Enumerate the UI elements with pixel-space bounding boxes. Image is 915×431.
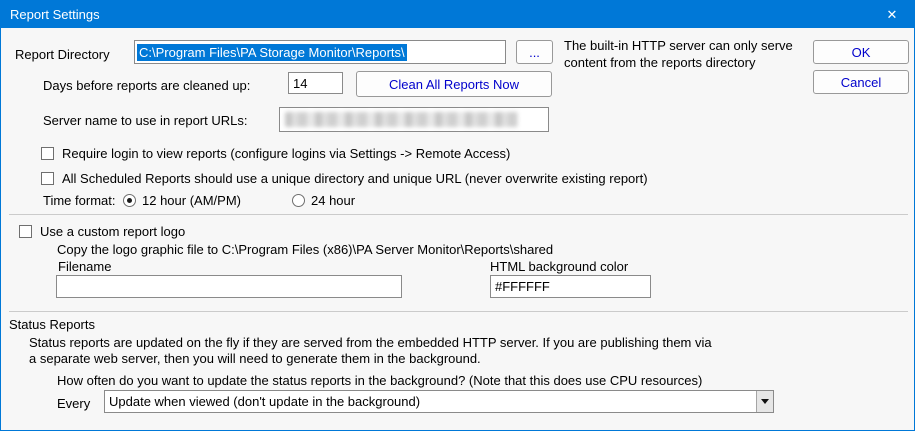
- unique-url-label: All Scheduled Reports should use a uniqu…: [62, 171, 648, 186]
- filename-label: Filename: [58, 259, 111, 274]
- update-frequency-question: How often do you want to update the stat…: [57, 373, 702, 388]
- http-server-note-line1: The built-in HTTP server can only serve: [564, 38, 793, 53]
- update-frequency-selected-value: Update when viewed (don't update in the …: [105, 394, 756, 409]
- titlebar: Report Settings ✕: [1, 1, 914, 28]
- update-frequency-dropdown[interactable]: Update when viewed (don't update in the …: [104, 390, 774, 413]
- ok-button[interactable]: OK: [813, 40, 909, 64]
- time-format-24h-radio[interactable]: [292, 194, 305, 207]
- status-reports-description-line1: Status reports are updated on the fly if…: [29, 335, 712, 350]
- time-format-12h-radio[interactable]: [123, 194, 136, 207]
- cleanup-days-label: Days before reports are cleaned up:: [43, 78, 250, 93]
- filename-input[interactable]: [56, 275, 402, 298]
- status-reports-heading: Status Reports: [9, 317, 95, 332]
- http-server-note-line2: content from the reports directory: [564, 55, 755, 70]
- close-icon[interactable]: ✕: [870, 1, 914, 28]
- server-name-input[interactable]: [279, 107, 549, 132]
- window-title: Report Settings: [10, 7, 100, 22]
- require-login-label: Require login to view reports (configure…: [62, 146, 510, 161]
- every-label: Every: [57, 396, 90, 411]
- unique-url-checkbox[interactable]: [41, 172, 54, 185]
- cancel-button[interactable]: Cancel: [813, 70, 909, 94]
- custom-logo-label: Use a custom report logo: [40, 224, 185, 239]
- time-format-label: Time format:: [43, 193, 115, 208]
- server-name-label: Server name to use in report URLs:: [43, 113, 247, 128]
- report-directory-label: Report Directory: [15, 47, 110, 62]
- logo-copy-instruction: Copy the logo graphic file to C:\Program…: [57, 242, 553, 257]
- report-settings-dialog: Report Settings ✕ Report Directory C:\Pr…: [0, 0, 915, 431]
- status-reports-description-line2: a separate web server, then you will nee…: [29, 351, 481, 366]
- chevron-down-icon[interactable]: [756, 391, 773, 412]
- html-background-color-label: HTML background color: [490, 259, 628, 274]
- separator: [9, 311, 908, 312]
- separator: [9, 214, 908, 215]
- time-format-24h-label: 24 hour: [311, 193, 355, 208]
- clean-all-reports-button[interactable]: Clean All Reports Now: [356, 71, 552, 97]
- report-directory-value: C:\Program Files\PA Storage Monitor\Repo…: [137, 44, 407, 61]
- report-directory-input[interactable]: C:\Program Files\PA Storage Monitor\Repo…: [134, 40, 506, 64]
- browse-button[interactable]: ...: [516, 40, 553, 64]
- html-background-color-input[interactable]: [490, 275, 651, 298]
- obscured-server-name-value: [285, 112, 518, 127]
- require-login-checkbox[interactable]: [41, 147, 54, 160]
- time-format-12h-label: 12 hour (AM/PM): [142, 193, 241, 208]
- cleanup-days-input[interactable]: [288, 72, 343, 94]
- custom-logo-checkbox[interactable]: [19, 225, 32, 238]
